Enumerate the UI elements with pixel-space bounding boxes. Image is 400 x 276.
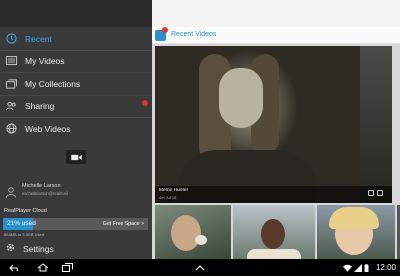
gear-icon bbox=[5, 240, 16, 258]
thumbnail-detail bbox=[329, 207, 379, 229]
video-frame-detail bbox=[219, 68, 263, 128]
video-actions bbox=[368, 190, 388, 197]
video-caption: Meme Hunter 4m Jul 18 bbox=[155, 186, 392, 203]
video-frame-detail bbox=[360, 46, 392, 203]
clock-icon bbox=[5, 32, 18, 45]
video-thumbnail[interactable] bbox=[233, 205, 315, 259]
film-icon bbox=[5, 54, 18, 67]
video-thumbnail[interactable] bbox=[155, 205, 231, 259]
record-video-button[interactable] bbox=[66, 150, 86, 164]
page-title: Recent Videos bbox=[171, 31, 217, 38]
sidebar-item-label: Web Videos bbox=[25, 123, 71, 134]
thumbnail-detail bbox=[195, 235, 207, 245]
status-strip-sidebar bbox=[0, 0, 152, 27]
sidebar-item-label: Recent bbox=[25, 33, 52, 44]
video-camera-icon bbox=[70, 154, 82, 160]
settings-button[interactable]: Settings bbox=[0, 239, 152, 259]
signal-icon bbox=[354, 263, 362, 272]
usage-percent: 21% used bbox=[7, 220, 36, 227]
home-button[interactable] bbox=[36, 262, 50, 273]
cloud-title: RealPlayer Cloud bbox=[4, 208, 47, 214]
wifi-icon bbox=[343, 264, 352, 272]
sidebar-item-label: My Collections bbox=[25, 78, 81, 89]
usage-detail: 864MB to 3.5GB Used bbox=[4, 232, 45, 237]
sidebar-item-label: Sharing bbox=[25, 100, 55, 111]
share-icon[interactable] bbox=[368, 190, 374, 196]
status-strip bbox=[0, 0, 400, 27]
header-bar: Recent Videos bbox=[152, 27, 400, 44]
settings-label: Settings bbox=[23, 244, 54, 254]
system-navigation-bar: 12:00 bbox=[0, 259, 400, 276]
home-icon bbox=[37, 263, 49, 272]
globe-icon bbox=[5, 122, 18, 135]
featured-video[interactable]: Meme Hunter 4m Jul 18 bbox=[155, 46, 392, 203]
back-button[interactable] bbox=[8, 262, 22, 273]
sidebar-item-my-collections[interactable]: My Collections bbox=[0, 72, 152, 95]
chevron-up-icon bbox=[195, 264, 205, 270]
user-profile[interactable]: Michelle Larson michellelarson@realmail bbox=[0, 176, 152, 206]
thumbnail-detail bbox=[171, 215, 201, 251]
status-icons bbox=[341, 262, 371, 273]
video-meta: 4m Jul 18 bbox=[159, 195, 177, 200]
sidebar-item-my-videos[interactable]: My Videos bbox=[0, 49, 152, 72]
avatar bbox=[6, 185, 16, 198]
collections-icon bbox=[5, 77, 18, 90]
video-title: Meme Hunter bbox=[159, 188, 189, 193]
sidebar-item-sharing[interactable]: Sharing bbox=[0, 94, 152, 117]
notification-badge bbox=[162, 27, 168, 33]
user-name: Michelle Larson bbox=[22, 183, 61, 189]
recent-apps-button[interactable] bbox=[60, 262, 74, 273]
people-icon bbox=[5, 99, 18, 112]
collapse-button[interactable] bbox=[193, 262, 207, 273]
sidebar-item-label: My Videos bbox=[25, 55, 65, 66]
recent-apps-icon bbox=[61, 263, 73, 272]
status-clock: 12:00 bbox=[375, 263, 396, 272]
user-email: michellelarson@realmail bbox=[22, 191, 68, 196]
sidebar-item-recent[interactable]: Recent bbox=[0, 27, 152, 50]
battery-icon bbox=[364, 263, 369, 272]
cloud-usage-bar: 21% used Get Free Space > bbox=[3, 218, 148, 230]
get-free-space-link[interactable]: Get Free Space > bbox=[103, 221, 144, 227]
main-content: Recent Videos Meme Hunter 4m Jul 18 bbox=[152, 27, 400, 259]
sidebar: Recent My Videos My Collections Sharing … bbox=[0, 27, 152, 259]
thumbnail-detail bbox=[261, 219, 285, 249]
thumbnail-detail bbox=[247, 249, 301, 259]
back-icon bbox=[9, 264, 18, 271]
sidebar-item-web-videos[interactable]: Web Videos bbox=[0, 117, 152, 140]
notification-badge bbox=[142, 100, 148, 106]
video-thumbnail[interactable] bbox=[317, 205, 395, 259]
more-icon[interactable] bbox=[377, 190, 383, 196]
